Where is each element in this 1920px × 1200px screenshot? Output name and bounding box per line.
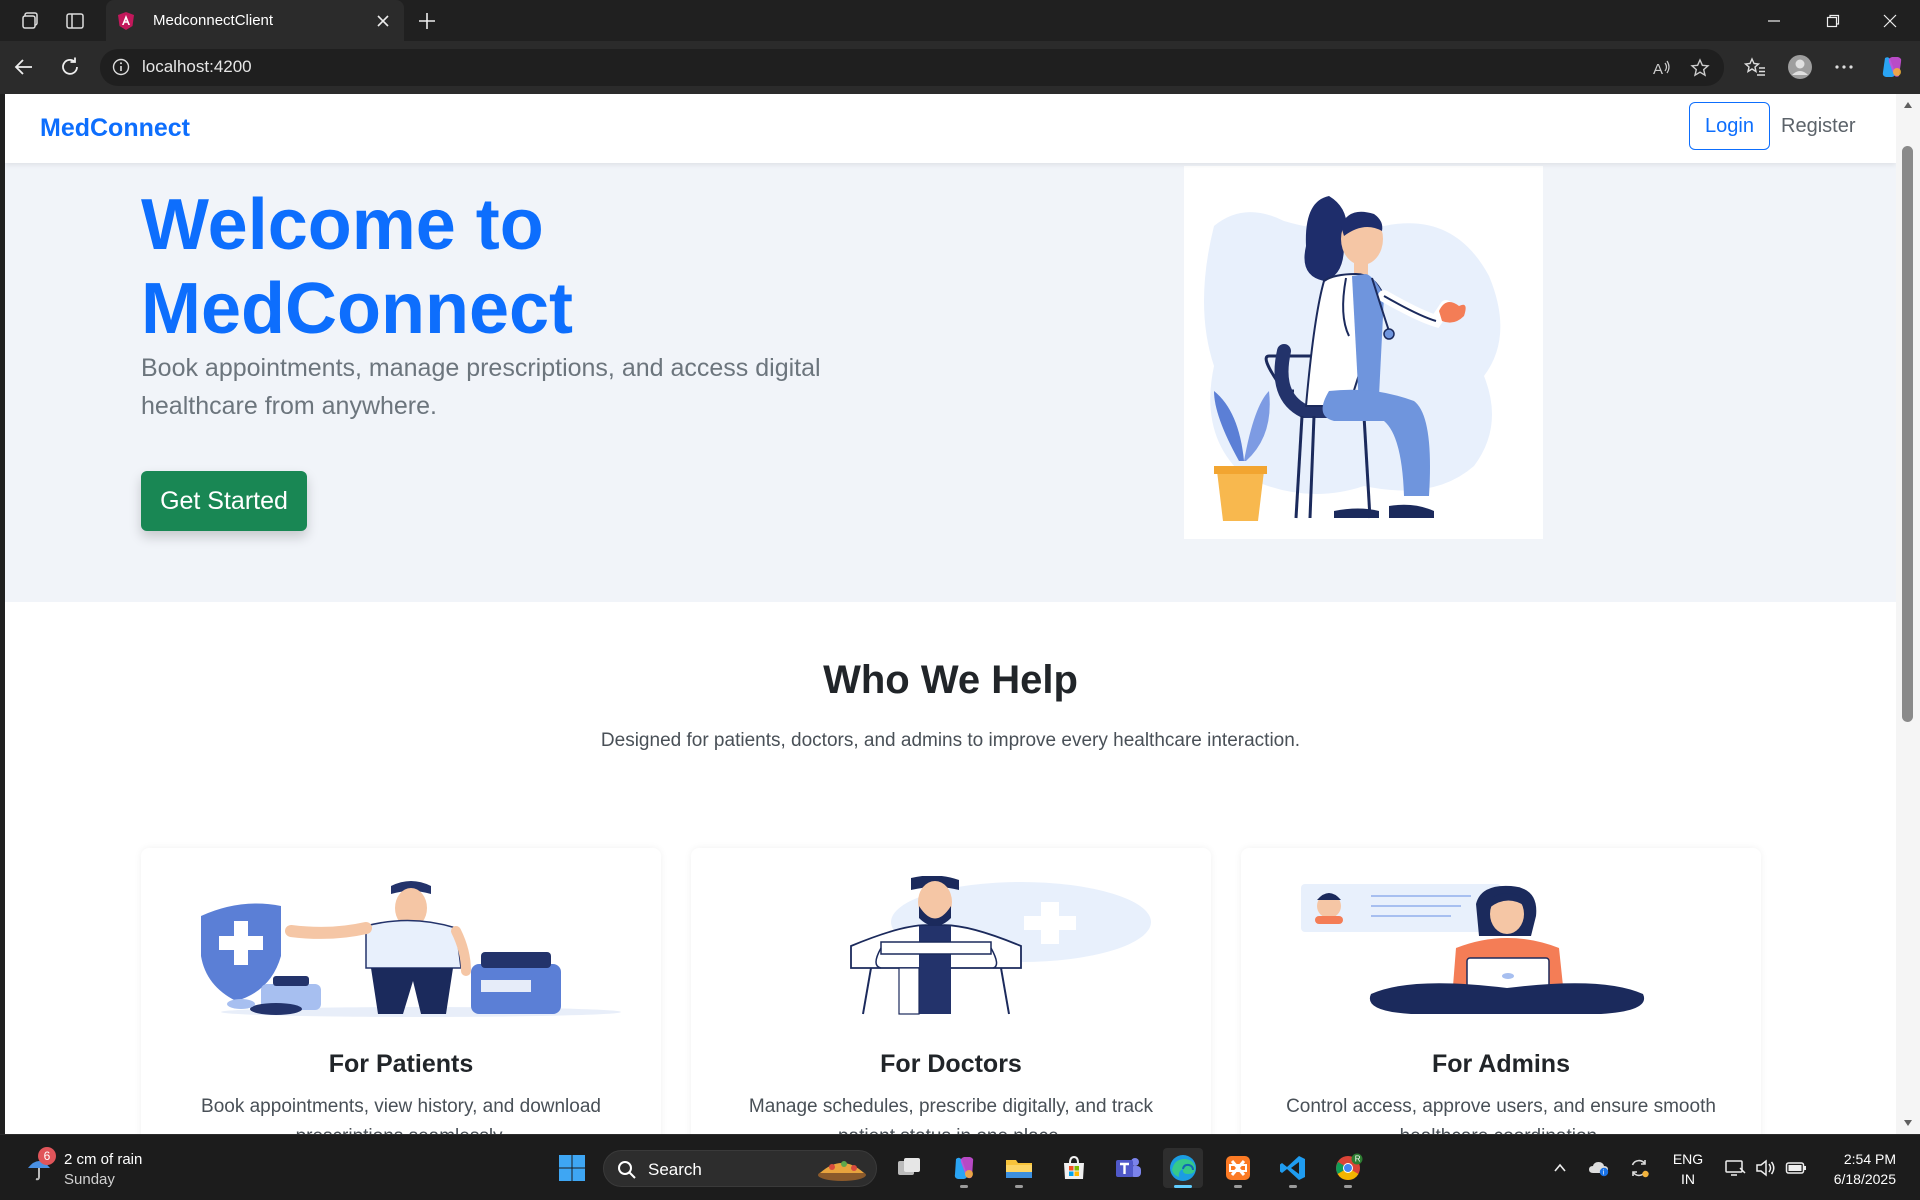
tab-title: MedconnectClient: [153, 12, 274, 29]
url-text[interactable]: localhost:4200: [142, 57, 252, 77]
clock-date[interactable]: 6/18/2025: [1834, 1171, 1896, 1187]
browser-titlebar: MedconnectClient: [0, 0, 1920, 41]
battery-icon[interactable]: [1784, 1156, 1808, 1180]
file-explorer-icon[interactable]: [999, 1148, 1039, 1188]
card-admins: For Admins Control access, approve users…: [1241, 848, 1761, 1134]
start-button[interactable]: [552, 1148, 592, 1188]
teams-icon[interactable]: [1108, 1148, 1148, 1188]
microsoft-store-icon[interactable]: [1054, 1148, 1094, 1188]
running-indicator: [1289, 1185, 1297, 1188]
svg-text:A: A: [1653, 61, 1663, 78]
hero-section: Welcome to MedConnect Book appointments,…: [5, 163, 1896, 602]
hero-title-line2: MedConnect: [141, 269, 573, 349]
card-text: Control access, approve users, and ensur…: [1286, 1096, 1716, 1134]
page-viewport: MedConnect Login Register Welcome to Med…: [5, 94, 1896, 1134]
volume-icon[interactable]: [1754, 1156, 1778, 1180]
scrollbar-thumb[interactable]: [1902, 146, 1913, 722]
back-arrow-icon[interactable]: [10, 53, 38, 81]
card-title: For Admins: [1432, 1050, 1570, 1078]
minimize-icon[interactable]: [1746, 0, 1802, 41]
page-scrollbar[interactable]: [1896, 94, 1920, 1134]
hero-title-line1: Welcome to: [141, 185, 544, 265]
angular-favicon-icon: [114, 9, 138, 33]
hero-title: Welcome to MedConnect: [141, 183, 941, 351]
brand-logo[interactable]: MedConnect: [40, 114, 190, 143]
svg-text:R: R: [1355, 1155, 1361, 1164]
card-title: For Patients: [328, 1050, 474, 1078]
chrome-icon[interactable]: R: [1328, 1148, 1368, 1188]
card-patients: For Patients Book appointments, view his…: [141, 848, 661, 1134]
site-info-icon[interactable]: [110, 56, 132, 78]
more-menu-icon[interactable]: [1830, 53, 1858, 81]
admins-illustration: [1281, 876, 1721, 1018]
tab-close-icon[interactable]: [370, 8, 396, 34]
section-title: Who We Help: [823, 658, 1078, 702]
read-aloud-icon[interactable]: A: [1650, 56, 1674, 80]
section-subtitle: Designed for patients, doctors, and admi…: [600, 730, 1301, 751]
task-view-icon[interactable]: [889, 1148, 929, 1188]
weather-alert-badge: 6: [38, 1147, 56, 1165]
doctors-illustration: [731, 875, 1171, 1018]
show-hidden-icons-chevron-up-icon[interactable]: [1548, 1156, 1572, 1180]
language-indicator[interactable]: ENG: [1672, 1151, 1704, 1167]
scroll-down-arrow-icon[interactable]: [1901, 1116, 1915, 1130]
close-window-icon[interactable]: [1862, 0, 1918, 41]
get-started-button[interactable]: Get Started: [141, 471, 307, 531]
restore-icon[interactable]: [1805, 0, 1861, 41]
onedrive-cloud-icon[interactable]: i: [1587, 1156, 1611, 1180]
search-label: Search: [648, 1160, 702, 1179]
login-button[interactable]: Login: [1689, 102, 1770, 150]
scroll-up-arrow-icon[interactable]: [1901, 98, 1915, 112]
edge-browser-icon[interactable]: [1163, 1148, 1203, 1188]
browser-toolbar: localhost:4200 A: [0, 41, 1920, 94]
taskbar-search[interactable]: Search: [603, 1150, 877, 1187]
sync-icon[interactable]: [1627, 1156, 1651, 1180]
card-title: For Doctors: [880, 1050, 1022, 1078]
address-bar[interactable]: localhost:4200 A: [100, 49, 1724, 86]
windows-taskbar: 6 2 cm of rain Sunday Search R i ENG IN …: [0, 1134, 1920, 1200]
copilot-icon[interactable]: [1878, 53, 1906, 81]
patients-illustration: [181, 876, 621, 1018]
card-doctors: For Doctors Manage schedules, prescribe …: [691, 848, 1211, 1134]
profile-avatar-icon[interactable]: [1786, 53, 1814, 81]
hero-subtitle: Book appointments, manage prescriptions,…: [141, 354, 821, 420]
running-indicator: [1344, 1185, 1352, 1188]
refresh-icon[interactable]: [56, 53, 84, 81]
search-highlight-icon: [814, 1155, 870, 1183]
weather-day[interactable]: Sunday: [64, 1171, 115, 1188]
who-we-help-section: Who We Help Designed for patients, docto…: [5, 602, 1896, 1134]
new-tab-icon[interactable]: [414, 8, 440, 34]
favorite-star-icon[interactable]: [1688, 56, 1712, 80]
favorites-icon[interactable]: [1741, 53, 1769, 81]
doctor-illustration: [1184, 166, 1543, 539]
running-indicator: [960, 1185, 968, 1188]
active-indicator: [1174, 1185, 1192, 1188]
vertical-tabs-icon[interactable]: [62, 8, 88, 34]
running-indicator: [1234, 1185, 1242, 1188]
site-navbar: MedConnect Login Register: [5, 94, 1896, 163]
card-text: Manage schedules, prescribe digitally, a…: [748, 1096, 1154, 1134]
vscode-icon[interactable]: [1273, 1148, 1313, 1188]
running-indicator: [1015, 1185, 1023, 1188]
tab-medconnect[interactable]: MedconnectClient: [106, 0, 404, 41]
workspaces-icon[interactable]: [18, 8, 44, 34]
copilot-app-icon[interactable]: [944, 1148, 984, 1188]
register-link[interactable]: Register: [1781, 102, 1855, 150]
search-icon: [616, 1159, 638, 1181]
card-text: Book appointments, view history, and dow…: [201, 1096, 601, 1134]
weather-text[interactable]: 2 cm of rain: [64, 1151, 142, 1168]
clock-time[interactable]: 2:54 PM: [1844, 1151, 1896, 1167]
language-region[interactable]: IN: [1672, 1171, 1704, 1187]
network-icon[interactable]: [1723, 1156, 1747, 1180]
xampp-icon[interactable]: [1218, 1148, 1258, 1188]
